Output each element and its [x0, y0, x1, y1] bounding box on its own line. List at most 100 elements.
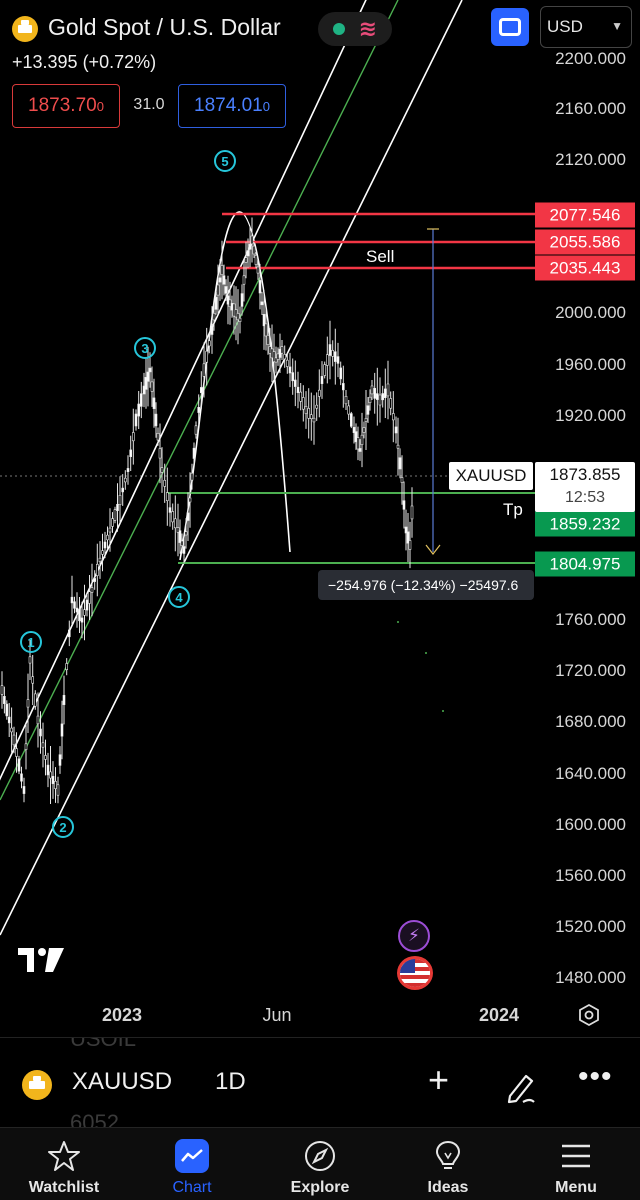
- symbol-title[interactable]: Gold Spot / U.S. Dollar: [48, 14, 281, 41]
- candle-body: [51, 775, 55, 784]
- candle-body: [230, 302, 234, 311]
- wave-label-4[interactable]: 4: [168, 586, 190, 608]
- candle-body: [264, 323, 268, 337]
- candle-body: [254, 255, 258, 265]
- candle-body: [62, 694, 66, 705]
- y-tick: 2000.000: [555, 303, 626, 322]
- candle-body: [315, 404, 319, 409]
- currency-select[interactable]: USD ▼: [540, 6, 632, 48]
- candle-body: [293, 379, 297, 387]
- bid-price-small: 0: [96, 98, 104, 114]
- candle-body: [12, 734, 16, 746]
- nav-ideas[interactable]: Ideas: [384, 1128, 512, 1200]
- candle-body: [333, 351, 337, 362]
- candle-body: [370, 385, 374, 395]
- add-icon[interactable]: +: [428, 1062, 449, 1098]
- settings-hex-icon: [579, 1003, 599, 1027]
- candle-body: [101, 550, 104, 555]
- candle-body: [31, 676, 35, 684]
- wave-label-5[interactable]: 5: [214, 150, 236, 172]
- candle-body: [103, 541, 107, 549]
- candle-body: [121, 487, 124, 493]
- level-label-red[interactable]: 2035.443: [535, 255, 635, 281]
- candle-body: [216, 284, 220, 296]
- y-tick: 1520.000: [555, 917, 626, 936]
- candle-body: [33, 693, 37, 707]
- candle-body: [7, 716, 11, 724]
- candle-body: [362, 427, 366, 433]
- candle-body: [75, 607, 79, 613]
- currency-value: USD: [547, 17, 583, 36]
- candle-body: [3, 695, 6, 704]
- us-flag-icon[interactable]: [397, 956, 433, 990]
- wave-label-2[interactable]: 2: [52, 816, 74, 838]
- level-label-red[interactable]: 2077.546: [535, 202, 635, 228]
- nav-chart[interactable]: Chart: [128, 1128, 256, 1200]
- candle-body: [299, 391, 303, 402]
- candle-body: [108, 527, 112, 533]
- candle-body: [410, 505, 414, 520]
- symbol-price-tag: XAUUSD: [449, 462, 533, 490]
- ask-price: 1874.01: [194, 95, 263, 116]
- candle-body: [205, 350, 208, 363]
- level-label-red[interactable]: 2055.586: [535, 229, 635, 255]
- candle-body: [301, 397, 305, 410]
- level-label-green[interactable]: 1804.975: [535, 551, 635, 577]
- candle-body: [331, 349, 335, 357]
- y-tick: 1600.000: [555, 815, 626, 834]
- candle-body: [0, 685, 4, 695]
- candle-body: [366, 405, 370, 415]
- market-open-dot-icon: [332, 23, 345, 35]
- candle-body: [252, 245, 256, 255]
- candle-body: [10, 727, 13, 733]
- candle-body: [70, 596, 74, 604]
- candle-body: [65, 663, 68, 670]
- channel-lower-line: [0, 0, 463, 936]
- candle-body: [80, 617, 84, 623]
- level-label-green[interactable]: 1859.232: [535, 511, 635, 537]
- nav-explore[interactable]: Explore: [256, 1128, 384, 1200]
- candle-body: [28, 656, 32, 664]
- wave-label-1[interactable]: 1: [20, 631, 42, 653]
- chart-area[interactable]: Gold Spot / U.S. Dollar +13.395 (+0.72%)…: [0, 0, 640, 1035]
- x-tick: Jun: [262, 1005, 292, 1025]
- y-tick: 1480.000: [555, 968, 626, 987]
- candle-body: [26, 699, 30, 708]
- candle-body: [228, 299, 232, 307]
- sell-price-button[interactable]: 1873.70 0: [12, 84, 120, 128]
- candle-body: [309, 414, 313, 420]
- candle-body: [41, 742, 45, 748]
- wave-label-3[interactable]: 3: [134, 337, 156, 359]
- projection-dot: [442, 710, 444, 712]
- fullscreen-button[interactable]: [491, 8, 529, 46]
- candle-body: [238, 317, 242, 323]
- symbol-name[interactable]: XAUUSD: [72, 1068, 172, 1096]
- nav-menu[interactable]: Menu: [512, 1128, 640, 1200]
- candle-body: [49, 771, 52, 779]
- candle-body: [44, 755, 47, 760]
- nav-watchlist[interactable]: Watchlist: [0, 1128, 128, 1200]
- lightbulb-icon: [430, 1138, 466, 1174]
- candle-body: [220, 265, 224, 275]
- more-icon[interactable]: •••: [578, 1060, 613, 1094]
- nav-label: Explore: [290, 1179, 350, 1196]
- candle-body: [234, 309, 238, 318]
- draw-pen-icon[interactable]: [500, 1064, 544, 1108]
- candle-body: [358, 448, 362, 452]
- tp-annotation[interactable]: Tp: [503, 500, 523, 520]
- sell-annotation[interactable]: Sell: [366, 247, 394, 267]
- chart-settings-button[interactable]: [574, 1000, 604, 1030]
- interval-button[interactable]: 1D: [215, 1068, 246, 1096]
- market-status-pill[interactable]: ≋: [318, 12, 392, 46]
- buy-price-button[interactable]: 1874.01 0: [178, 84, 286, 128]
- bottom-navigation: Watchlist Chart Explore Ideas Menu: [0, 1127, 640, 1200]
- candle-body: [96, 563, 99, 576]
- candle-body: [266, 335, 270, 345]
- flash-icon[interactable]: ⚡: [398, 920, 430, 952]
- candle-body: [148, 367, 152, 373]
- candle-body: [260, 301, 264, 306]
- candle-body: [126, 468, 130, 472]
- candle-body: [137, 403, 140, 417]
- candle-body: [288, 366, 292, 374]
- candle-body: [160, 467, 164, 473]
